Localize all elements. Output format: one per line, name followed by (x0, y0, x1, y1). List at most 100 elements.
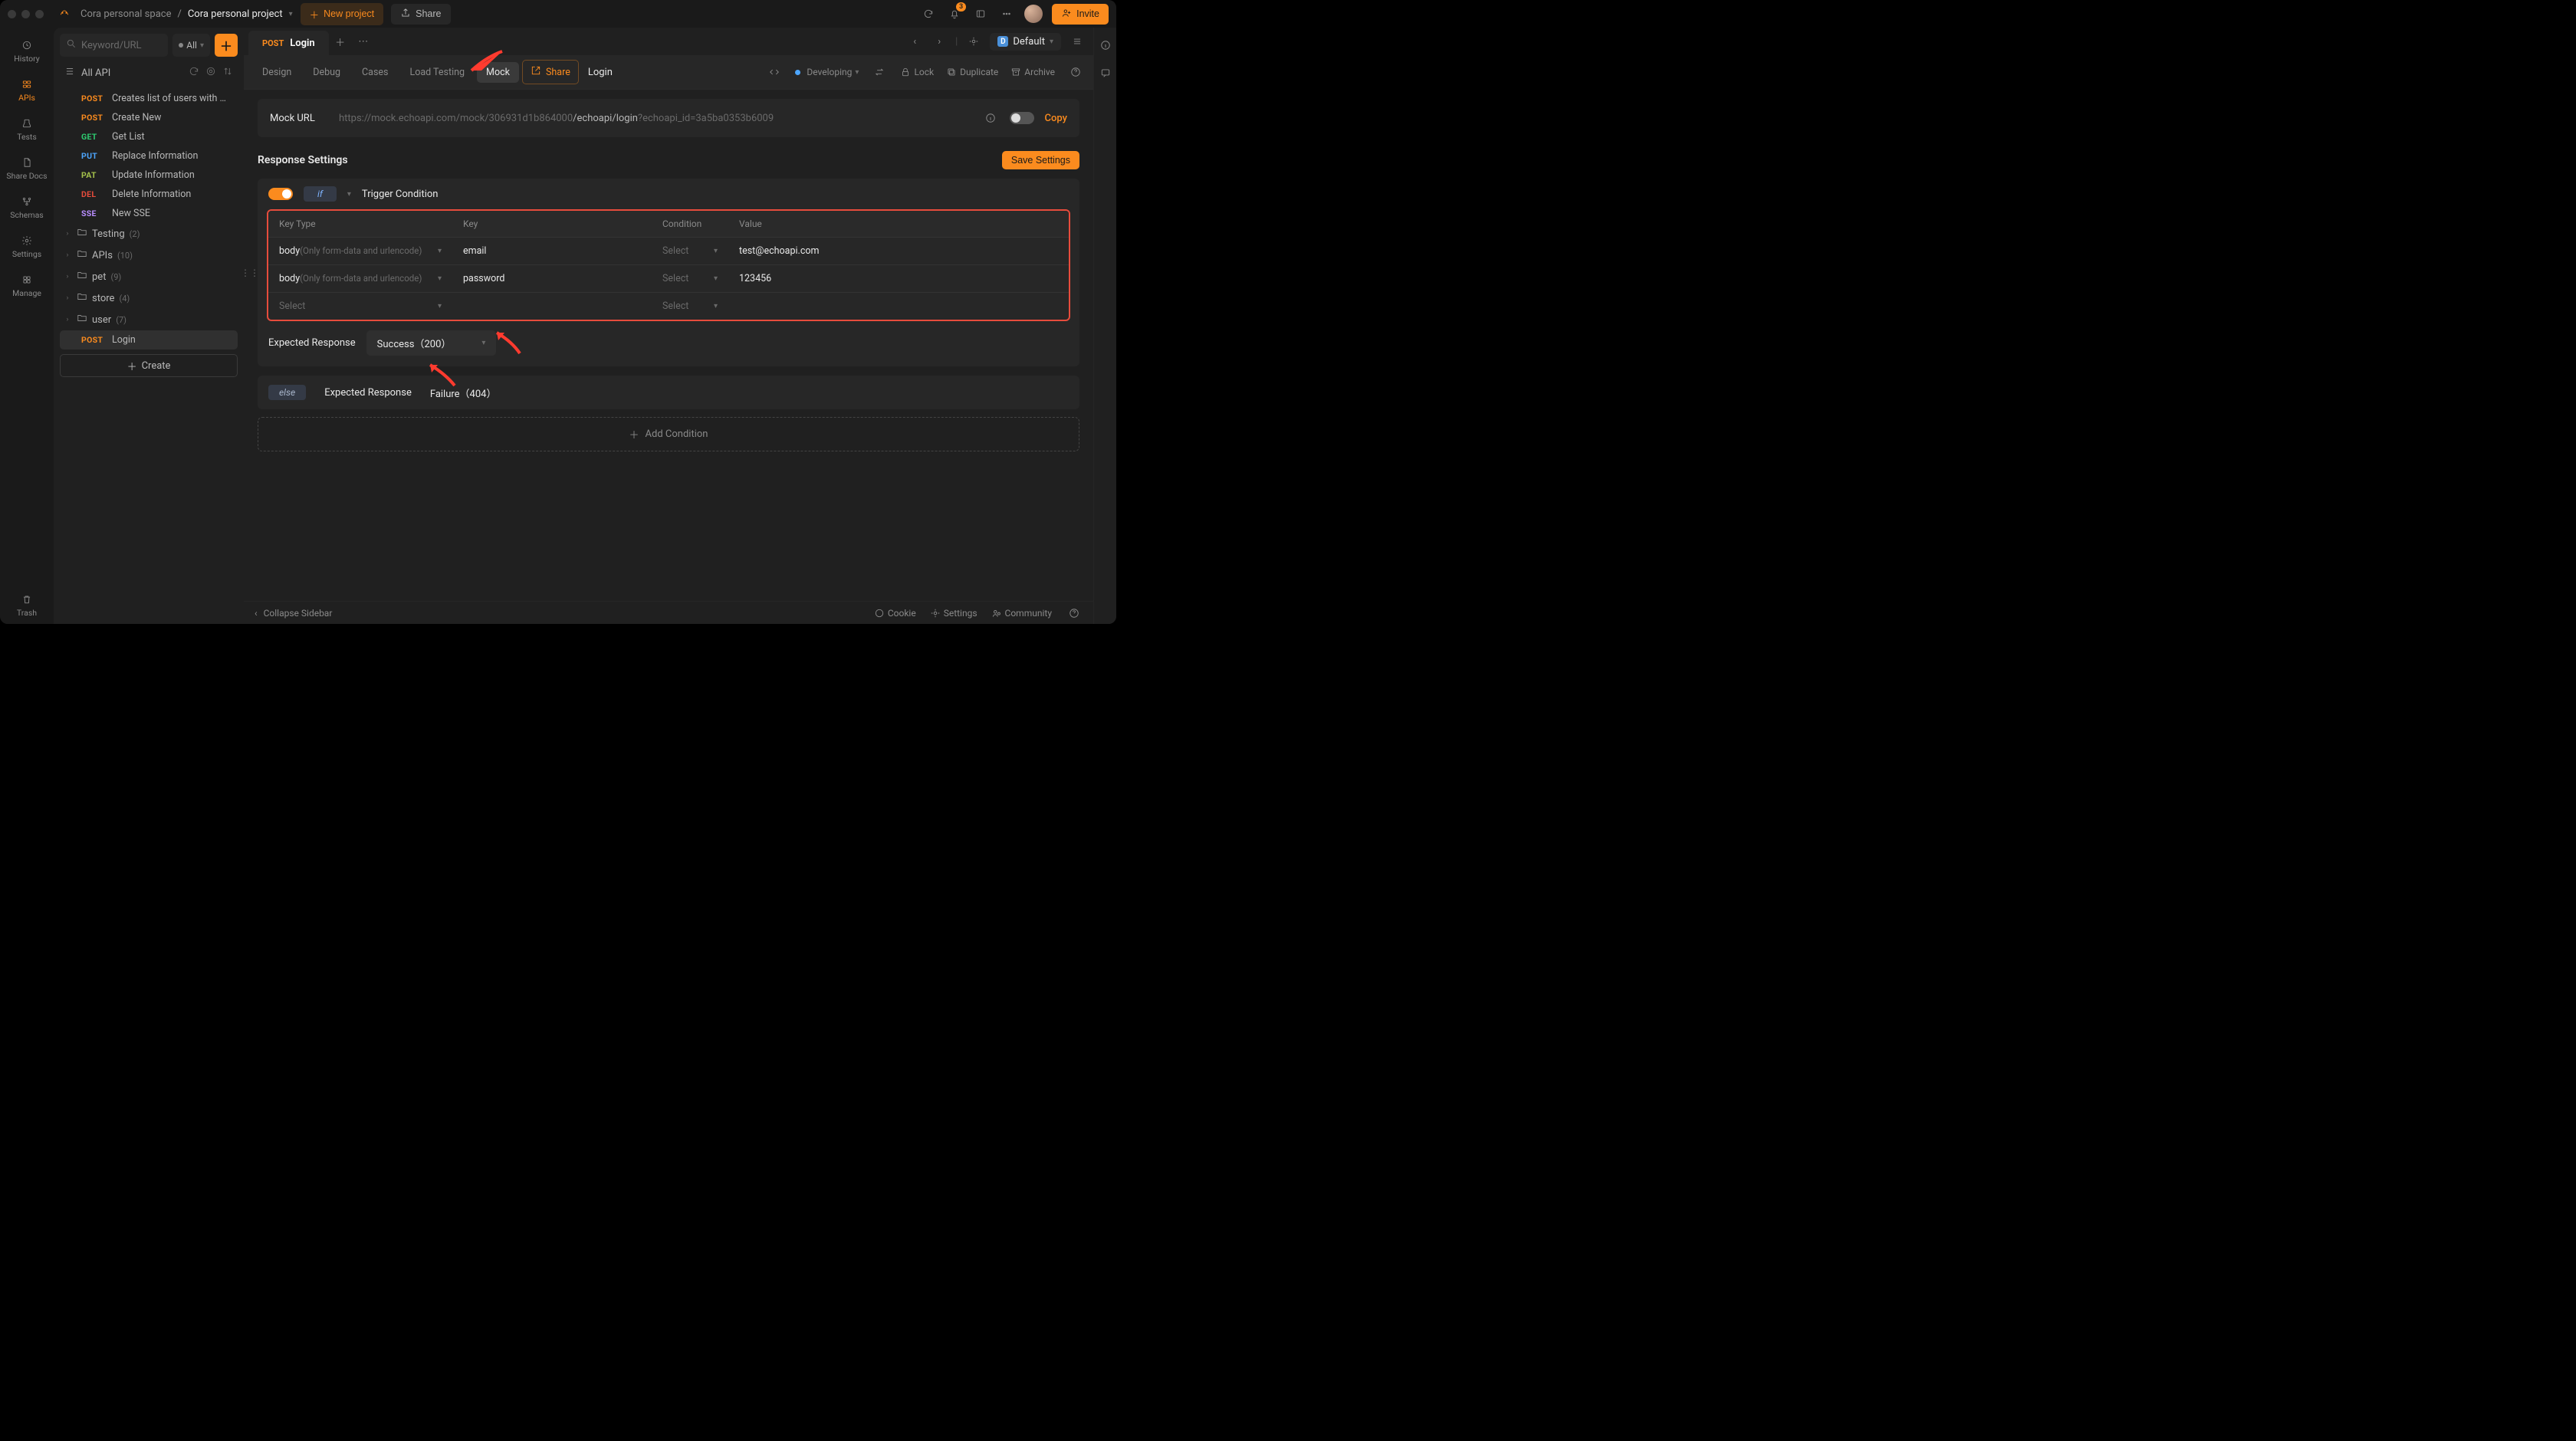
keytype-select[interactable]: Select▾ (268, 293, 452, 320)
value-input[interactable] (728, 293, 1069, 320)
comments-icon[interactable] (1097, 64, 1114, 81)
value-input[interactable]: test@echoapi.com (728, 238, 1069, 265)
filter-dropdown[interactable]: All ▾ (172, 34, 210, 57)
tab-more-button[interactable]: ⋯ (352, 28, 375, 55)
bell-icon[interactable]: 3 (946, 5, 963, 22)
add-api-button[interactable]: ＋ (215, 34, 238, 57)
condition-select[interactable]: Select▾ (652, 265, 728, 293)
subtab-load[interactable]: Load Testing (400, 62, 474, 83)
sidebar-toggle-icon[interactable] (972, 5, 989, 22)
help-icon[interactable] (1067, 64, 1084, 80)
code-icon[interactable] (766, 64, 783, 80)
env-selector[interactable]: D Default ▾ (990, 33, 1061, 51)
create-button[interactable]: ＋ Create (60, 354, 238, 377)
sync-icon[interactable] (920, 5, 937, 22)
duplicate-label: Duplicate (960, 67, 998, 77)
subtab-debug[interactable]: Debug (304, 62, 350, 83)
status-dropdown[interactable]: Developing ▾ (795, 67, 859, 77)
api-item[interactable]: PUTReplace Information (60, 146, 238, 166)
keytype-select[interactable]: body(Only form-data and urlencode)▾ (268, 265, 452, 293)
refresh-icon[interactable] (189, 66, 199, 80)
key-input[interactable]: email (452, 238, 652, 265)
breadcrumb[interactable]: Cora personal space / Cora personal proj… (80, 8, 293, 20)
save-settings-button[interactable]: Save Settings (1002, 151, 1079, 169)
key-input[interactable]: password (452, 265, 652, 293)
folder-row[interactable]: ›store(4) (60, 287, 238, 309)
search-input[interactable]: Keyword/URL (60, 34, 168, 57)
user-avatar[interactable] (1024, 5, 1043, 23)
lock-button[interactable]: Lock (900, 67, 934, 77)
breadcrumb-project[interactable]: Cora personal project (188, 8, 283, 20)
footer-cookie[interactable]: Cookie (874, 608, 916, 619)
copy-button[interactable]: Copy (1045, 113, 1067, 124)
value-input[interactable]: 123456 (728, 265, 1069, 293)
doc-tab-login[interactable]: POST Login (248, 31, 329, 55)
folder-row[interactable]: ›pet(9) (60, 266, 238, 287)
expected-response-select[interactable]: Success（200） ▾ (366, 330, 497, 356)
api-item[interactable]: GETGet List (60, 127, 238, 146)
condition-toggle[interactable] (268, 188, 293, 200)
chevron-down-icon[interactable]: ▾ (289, 10, 293, 18)
duplicate-button[interactable]: Duplicate (946, 67, 998, 77)
list-icon[interactable] (1069, 33, 1086, 50)
if-dropdown[interactable]: if (304, 186, 337, 202)
info-icon[interactable] (1097, 37, 1114, 54)
subtab-share[interactable]: Share (522, 60, 579, 84)
rail-share-docs[interactable]: Share Docs (4, 151, 50, 187)
footer-settings[interactable]: Settings (930, 608, 978, 619)
api-item[interactable]: POSTCreate New (60, 108, 238, 127)
subtab-mock[interactable]: Mock (477, 62, 519, 83)
subtab-cases[interactable]: Cases (353, 62, 397, 83)
condition-select[interactable]: Select▾ (652, 293, 728, 320)
api-item[interactable]: DELDelete Information (60, 185, 238, 204)
add-condition-button[interactable]: ＋ Add Condition (258, 417, 1079, 451)
rail-trash[interactable]: Trash (4, 588, 50, 624)
api-item[interactable]: PATUpdate Information (60, 166, 238, 185)
drag-handle-icon[interactable]: ⋮⋮ (244, 268, 259, 278)
method-badge: DEL (81, 189, 107, 199)
tree-root[interactable]: All API (60, 63, 238, 83)
share-button[interactable]: Share (391, 4, 450, 25)
chevron-right-icon[interactable]: › (931, 33, 948, 50)
mock-enable-toggle[interactable] (1010, 112, 1034, 124)
chevron-down-icon[interactable]: ▾ (347, 190, 351, 199)
new-tab-button[interactable]: ＋ (329, 28, 352, 55)
rail-tests[interactable]: Tests (4, 112, 50, 148)
close-dot[interactable] (8, 10, 16, 18)
folder-row[interactable]: ›user(7) (60, 309, 238, 330)
key-input[interactable] (452, 293, 652, 320)
sort-icon[interactable] (222, 66, 233, 80)
env-gear-icon[interactable] (965, 33, 982, 50)
search-placeholder: Keyword/URL (81, 40, 142, 51)
rail-schemas[interactable]: Schemas (4, 190, 50, 226)
condition-select[interactable]: Select▾ (652, 238, 728, 265)
locate-icon[interactable] (205, 66, 216, 80)
new-project-button[interactable]: ＋ New project (301, 3, 384, 25)
mock-url-value[interactable]: https://mock.echoapi.com/mock/306931d1b8… (339, 113, 967, 124)
collapse-sidebar-button[interactable]: ‹ Collapse Sidebar (255, 608, 332, 619)
footer-community[interactable]: Community (991, 608, 1052, 619)
chevron-left-icon[interactable]: ‹ (906, 33, 923, 50)
api-item-selected[interactable]: POSTLogin (60, 330, 238, 350)
rail-apis[interactable]: APIs (4, 73, 50, 109)
swap-icon[interactable] (871, 64, 888, 80)
api-item[interactable]: SSENew SSE (60, 204, 238, 223)
archive-button[interactable]: Archive (1010, 67, 1055, 77)
help-icon[interactable] (1066, 605, 1083, 622)
rail-manage[interactable]: Manage (4, 268, 50, 304)
invite-button[interactable]: Invite (1052, 4, 1109, 25)
max-dot[interactable] (35, 10, 44, 18)
chevron-down-icon: ▾ (1050, 38, 1053, 46)
keytype-select[interactable]: body(Only form-data and urlencode)▾ (268, 238, 452, 265)
api-item[interactable]: POSTCreates list of users with … (60, 89, 238, 108)
rail-settings[interactable]: Settings (4, 229, 50, 265)
folder-row[interactable]: ›Testing(2) (60, 223, 238, 245)
more-icon[interactable] (998, 5, 1015, 22)
info-icon[interactable] (982, 110, 999, 126)
min-dot[interactable] (21, 10, 30, 18)
rail-history[interactable]: History (4, 34, 50, 70)
breadcrumb-space[interactable]: Cora personal space (80, 8, 171, 20)
window-controls[interactable] (8, 10, 44, 18)
folder-row[interactable]: ›APIs(10) (60, 245, 238, 266)
subtab-design[interactable]: Design (253, 62, 301, 83)
